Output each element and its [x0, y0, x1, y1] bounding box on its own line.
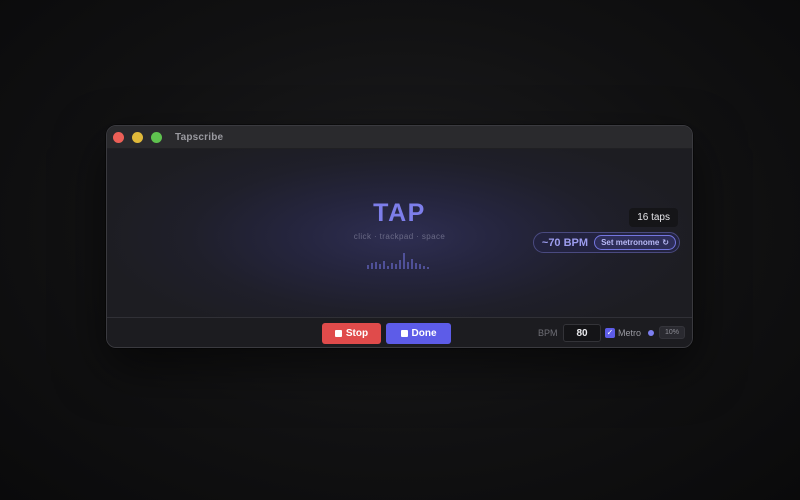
metronome-volume[interactable]: 10% [659, 326, 686, 339]
tap-level-meter [367, 253, 431, 269]
stop-button[interactable]: Stop [322, 323, 381, 344]
metro-label: Metro [618, 328, 642, 338]
bpm-field-label: BPM [538, 328, 558, 338]
meter-bar [419, 264, 421, 269]
square-icon [400, 330, 408, 337]
meter-bar [403, 253, 405, 269]
tap-label: TAP [373, 199, 426, 227]
meter-bar [427, 267, 429, 269]
meter-bar [395, 264, 397, 269]
meter-bar [411, 259, 413, 269]
title-bar: Tapscribe [107, 126, 692, 149]
done-button[interactable]: Done [386, 323, 451, 344]
maximize-window-button[interactable] [151, 131, 162, 143]
meter-bar [379, 264, 381, 269]
meter-bar [407, 262, 409, 269]
window-controls [113, 131, 162, 143]
meter-bar [387, 266, 389, 269]
meter-bar [383, 261, 385, 269]
close-window-button[interactable] [113, 131, 124, 143]
set-metronome-button[interactable]: Set metronome ↻ [594, 235, 676, 250]
meter-bar [367, 265, 369, 269]
footer-toolbar: Stop Done BPM ✓ Metro 10% [107, 318, 692, 347]
stop-icon [334, 330, 342, 337]
meter-bar [375, 262, 377, 269]
tap-area[interactable]: TAP click · trackpad · space 16 taps ~70… [107, 149, 692, 318]
bpm-estimate: ~70 BPM [541, 236, 589, 249]
metronome-beat-indicator [648, 330, 654, 336]
done-label: Done [411, 328, 437, 339]
meter-bar [399, 260, 401, 269]
meter-bar [423, 266, 425, 269]
set-metronome-label: Set metronome [601, 238, 660, 247]
checkmark-icon: ✓ [606, 328, 614, 337]
tap-count-badge: 16 taps [629, 208, 678, 227]
window-title: Tapscribe [175, 131, 224, 143]
bpm-input[interactable] [563, 324, 601, 342]
app-window: Tapscribe TAP click · trackpad · space 1… [106, 125, 693, 348]
meter-bar [391, 263, 393, 269]
metro-checkbox[interactable]: ✓ [605, 328, 615, 338]
bpm-estimate-pill: ~70 BPM Set metronome ↻ [532, 232, 680, 253]
meter-bar [371, 263, 373, 269]
refresh-icon: ↻ [662, 238, 669, 247]
meter-bar [415, 263, 417, 269]
stop-label: Stop [345, 328, 369, 339]
minimize-window-button[interactable] [132, 131, 143, 143]
